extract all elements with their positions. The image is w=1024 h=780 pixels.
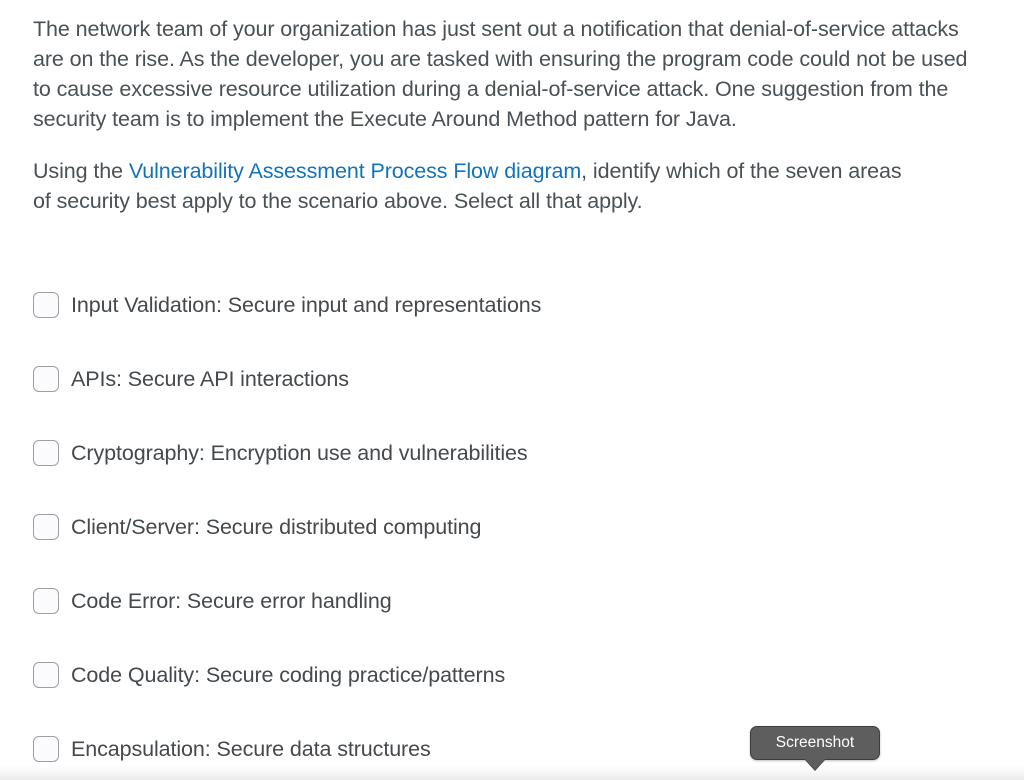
instruction-prefix-text: Using the — [33, 159, 129, 183]
answer-checkbox[interactable] — [33, 366, 59, 392]
vulnerability-assessment-process-flow-diagram-link[interactable]: Vulnerability Assessment Process Flow di… — [129, 159, 581, 183]
answer-choice-label: Code Error: Secure error handling — [71, 589, 392, 613]
answer-choice-label: Encapsulation: Secure data structures — [71, 737, 431, 761]
question-scenario-paragraph: The network team of your organization ha… — [33, 17, 968, 131]
answer-checkbox[interactable] — [33, 440, 59, 466]
tooltip-arrow-icon — [805, 759, 825, 770]
question-instruction-paragraph: Using the Vulnerability Assessment Proce… — [33, 156, 913, 216]
answer-choice-row[interactable]: APIs: Secure API interactions — [33, 361, 1004, 397]
answer-choice-list: Input Validation: Secure input and repre… — [33, 287, 1004, 767]
screenshot-tooltip[interactable]: Screenshot — [750, 726, 880, 770]
answer-choice-label: Cryptography: Encryption use and vulnera… — [71, 441, 528, 465]
answer-choice-row[interactable]: Code Error: Secure error handling — [33, 583, 1004, 619]
answer-checkbox[interactable] — [33, 514, 59, 540]
answer-choice-label: APIs: Secure API interactions — [71, 367, 349, 391]
answer-choice-row[interactable]: Code Quality: Secure coding practice/pat… — [33, 657, 1004, 693]
answer-choice-label: Client/Server: Secure distributed comput… — [71, 515, 482, 539]
answer-choice-label: Input Validation: Secure input and repre… — [71, 293, 542, 317]
answer-choice-label: Code Quality: Secure coding practice/pat… — [71, 663, 506, 687]
answer-choice-row[interactable]: Client/Server: Secure distributed comput… — [33, 509, 1004, 545]
answer-checkbox[interactable] — [33, 662, 59, 688]
answer-checkbox[interactable] — [33, 588, 59, 614]
screenshot-tooltip-label: Screenshot — [775, 734, 855, 752]
answer-checkbox[interactable] — [33, 292, 59, 318]
answer-checkbox[interactable] — [33, 736, 59, 762]
answer-choice-row[interactable]: Input Validation: Secure input and repre… — [33, 287, 1004, 323]
answer-choice-row[interactable]: Cryptography: Encryption use and vulnera… — [33, 435, 1004, 471]
